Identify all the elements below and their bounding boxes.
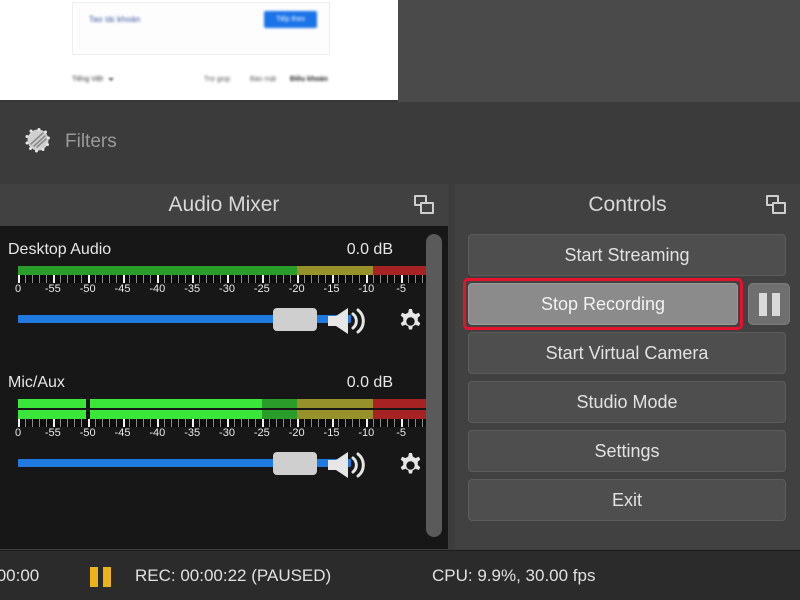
meter-scale-label: -45 xyxy=(114,283,131,295)
meter-scale-label: -10 xyxy=(358,427,375,439)
audio-mixer-scrollbar[interactable] xyxy=(426,234,442,539)
meter-channel-bar xyxy=(18,399,436,408)
mixer-level-meter xyxy=(18,266,436,275)
controls-title: Controls xyxy=(588,193,667,216)
obs-studio-window: Tao tài khoản Tiếp theo Tiếng Việt Trợ g… xyxy=(0,0,800,600)
mixer-track-db: 0.0 dB xyxy=(346,374,393,391)
gear-icon[interactable] xyxy=(392,305,426,339)
mixer-level-meter xyxy=(18,399,436,419)
mixer-track-header: Desktop Audio 0.0 dB xyxy=(8,236,448,266)
meter-scale-label: -20 xyxy=(288,283,305,295)
preview-footer: Tiếng Việt Trợ giúp Bảo mật Điều khoản xyxy=(72,74,334,88)
meter-scale-label: -45 xyxy=(114,427,131,439)
volume-slider-handle[interactable] xyxy=(273,452,317,475)
mixer-track-db: 0.0 dB xyxy=(346,241,393,258)
meter-scale-label: 0 xyxy=(14,283,22,295)
mixer-track: Desktop Audio 0.0 dB 0 -55 -50 -45 -40 -35 -30 -2… xyxy=(0,226,448,343)
meter-scale-label: 0 xyxy=(14,427,22,439)
start-streaming-button[interactable]: Start Streaming xyxy=(468,234,786,276)
meter-scale-label: -40 xyxy=(149,283,166,295)
meter-scale-label: -35 xyxy=(184,427,201,439)
meter-scale-label: -5 xyxy=(396,283,407,295)
popout-panel-icon[interactable] xyxy=(414,195,436,215)
meter-scale-label: -10 xyxy=(358,283,375,295)
filters-label: Filters xyxy=(65,131,117,152)
source-toolbar: Filters xyxy=(0,102,800,274)
preview-link-terms[interactable]: Điều khoản xyxy=(290,76,328,83)
exit-button[interactable]: Exit xyxy=(468,479,786,521)
volume-slider-handle[interactable] xyxy=(273,308,317,331)
meter-scale-label: -40 xyxy=(149,427,166,439)
meter-scale-label: -25 xyxy=(253,427,270,439)
filters-button[interactable]: Filters xyxy=(22,124,117,160)
meter-scale-label: -5 xyxy=(396,427,407,439)
studio-mode-button[interactable]: Studio Mode xyxy=(468,381,786,423)
browser-page-preview: Tao tài khoản Tiếp theo Tiếng Việt Trợ g… xyxy=(0,0,398,100)
audio-mixer-panel: Audio Mixer Desktop Audio 0.0 dB 0 -55 -50 -4… xyxy=(0,184,448,549)
meter-scale-label: -35 xyxy=(184,283,201,295)
speaker-on-icon[interactable] xyxy=(324,305,374,337)
pause-icon xyxy=(90,567,111,587)
magic-wand-icon xyxy=(22,124,58,160)
meter-scale-label: -50 xyxy=(79,283,96,295)
meter-db-scale: 0-55-50-45-40-35-30-25-20-15-10-50 xyxy=(14,419,439,441)
meter-scale-label: -15 xyxy=(323,427,340,439)
controls-body: Start Streaming Stop Recording Start Virtu… xyxy=(455,226,800,549)
status-bar: :00:00 REC: 00:00:22 (PAUSED) CPU: 9.9%,… xyxy=(0,550,800,600)
meter-scale-label: -30 xyxy=(219,427,235,439)
controls-header: Controls xyxy=(455,184,800,226)
meter-scale-label: -15 xyxy=(323,283,340,295)
popout-panel-icon[interactable] xyxy=(766,195,788,215)
audio-mixer-body: Desktop Audio 0.0 dB 0 -55 -50 -45 -40 -35 -30 -2… xyxy=(0,226,448,549)
meter-scale-label: -50 xyxy=(79,427,96,439)
mixer-volume-row xyxy=(18,297,448,343)
meter-channel-bar xyxy=(18,410,436,419)
preview-link-privacy[interactable]: Bảo mật xyxy=(250,76,276,83)
chevron-down-icon xyxy=(108,78,114,81)
meter-db-scale: 0-55-50-45-40-35-30-25-20-15-10-50 xyxy=(14,275,439,297)
controls-panel: Controls Start Streaming Stop Recording St… xyxy=(455,184,800,549)
pause-recording-button[interactable] xyxy=(748,283,790,325)
scrollbar-thumb[interactable] xyxy=(426,234,442,537)
meter-scale-label: -55 xyxy=(44,427,61,439)
audio-mixer-title: Audio Mixer xyxy=(168,193,280,216)
mixer-track: Mic/Aux 0.0 dB 0 -55 -50 -45 -40 -35 -30 -25 -20 -1… xyxy=(0,343,448,487)
audio-mixer-header: Audio Mixer xyxy=(0,184,448,226)
meter-scale-label: -55 xyxy=(44,283,61,295)
preview-next-button[interactable]: Tiếp theo xyxy=(264,11,317,28)
mixer-track-name: Desktop Audio xyxy=(8,241,112,258)
preview-link-help[interactable]: Trợ giúp xyxy=(204,76,230,83)
live-time: :00:00 xyxy=(0,566,40,585)
preview-card: Tao tài khoản Tiếp theo xyxy=(72,2,330,55)
speaker-on-icon[interactable] xyxy=(324,449,374,481)
meter-scale-label: -25 xyxy=(253,283,270,295)
mixer-track-name: Mic/Aux xyxy=(8,374,65,391)
meter-scale-label: -30 xyxy=(219,283,235,295)
gear-icon[interactable] xyxy=(392,449,426,483)
preview-text: Tao tài khoản xyxy=(89,15,141,24)
stop-recording-button[interactable]: Stop Recording xyxy=(468,283,738,325)
mixer-track-header: Mic/Aux 0.0 dB xyxy=(8,369,448,399)
mixer-volume-row xyxy=(18,441,448,487)
meter-channel-bar xyxy=(18,266,436,275)
settings-button[interactable]: Settings xyxy=(468,430,786,472)
meter-scale-label: -20 xyxy=(288,427,305,439)
preview-language-select[interactable]: Tiếng Việt xyxy=(72,76,103,83)
start-virtual-camera-button[interactable]: Start Virtual Camera xyxy=(468,332,786,374)
preview-area: Tao tài khoản Tiếp theo Tiếng Việt Trợ g… xyxy=(0,0,800,102)
rec-status: REC: 00:00:22 (PAUSED) xyxy=(135,566,332,585)
cpu-status: CPU: 9.9%, 30.00 fps xyxy=(432,566,596,585)
